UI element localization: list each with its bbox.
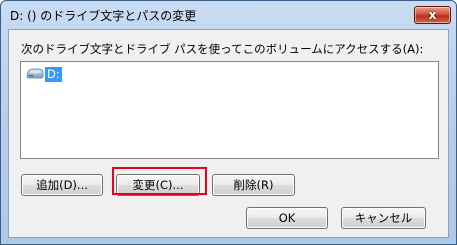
dialog-window: D: () のドライブ文字とパスの変更 x 次のドライブ文字とドライブ パスを使… <box>0 0 457 245</box>
drive-icon <box>26 67 44 81</box>
list-item-label: D: <box>45 66 62 82</box>
dialog-body: 次のドライブ文字とドライブ パスを使ってこのボリュームにアクセスする(A): D… <box>8 29 449 238</box>
highlight-box <box>112 167 207 195</box>
close-button[interactable]: x <box>414 6 451 24</box>
add-button[interactable]: 追加(D)... <box>21 174 103 196</box>
access-prompt-label: 次のドライブ文字とドライブ パスを使ってこのボリュームにアクセスする(A): <box>21 42 424 56</box>
close-icon: x <box>428 8 437 22</box>
ok-button[interactable]: OK <box>246 207 328 229</box>
list-item[interactable]: D: <box>26 66 62 82</box>
cancel-button[interactable]: キャンセル <box>341 207 426 229</box>
remove-button[interactable]: 削除(R) <box>212 174 295 196</box>
drive-path-listbox[interactable]: D: <box>20 61 439 159</box>
window-title: D: () のドライブ文字とパスの変更 <box>10 9 197 23</box>
title-bar[interactable]: D: () のドライブ文字とパスの変更 x <box>1 1 456 29</box>
